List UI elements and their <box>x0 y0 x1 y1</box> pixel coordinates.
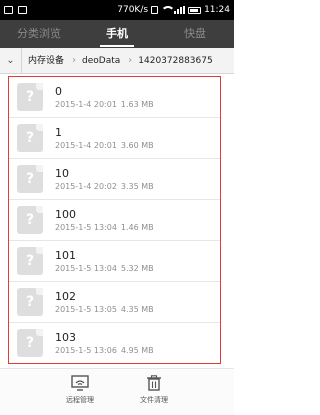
file-size: 1.46 MB <box>120 222 154 232</box>
file-text: 102 2015-1-5 13:05 4.35 MB <box>55 290 154 315</box>
network-speed: 770K/s <box>117 5 149 15</box>
list-item[interactable]: ? 10 2015-1-4 20:02 3.35 MB <box>9 159 220 200</box>
list-item[interactable]: ? 102 2015-1-5 13:05 4.35 MB <box>9 282 220 323</box>
trash-icon <box>147 375 161 391</box>
unknown-file-icon: ? <box>17 206 43 234</box>
list-item[interactable]: ? 103 2015-1-5 13:06 4.95 MB <box>9 323 220 363</box>
list-item[interactable]: ? 100 2015-1-5 13:04 1.46 MB <box>9 200 220 241</box>
status-left <box>4 6 27 14</box>
file-text: 101 2015-1-5 13:04 5.32 MB <box>55 249 154 274</box>
file-meta: 2015-1-5 13:04 1.46 MB <box>55 222 154 233</box>
unknown-file-icon: ? <box>17 247 43 275</box>
breadcrumb-item-storage[interactable]: 内存设备 <box>22 48 72 73</box>
file-text: 0 2015-1-4 20:01 1.63 MB <box>55 85 154 110</box>
file-size: 1.63 MB <box>120 99 154 109</box>
breadcrumb-item-current[interactable]: 1420372883675 <box>132 48 220 73</box>
file-meta: 2015-1-5 13:04 5.32 MB <box>55 263 154 274</box>
tab-phone[interactable]: 手机 <box>78 20 156 48</box>
file-date: 2015-1-5 13:04 <box>55 222 117 232</box>
chevron-down-icon[interactable]: ⌄ <box>0 48 22 73</box>
status-bar: 770K/s 11:24 <box>0 0 234 20</box>
file-name: 1 <box>55 125 62 139</box>
file-meta: 2015-1-5 13:06 4.95 MB <box>55 345 154 356</box>
tab-bar: 分类浏览 手机 快盘 <box>0 20 234 48</box>
file-name: 102 <box>55 289 76 303</box>
unknown-file-icon: ? <box>17 165 43 193</box>
signal-icon <box>174 6 186 14</box>
clock: 11:24 <box>204 5 230 15</box>
file-size: 5.32 MB <box>120 263 154 273</box>
list-item[interactable]: ? 101 2015-1-5 13:04 5.32 MB <box>9 241 220 282</box>
file-meta: 2015-1-4 20:01 3.60 MB <box>55 140 154 151</box>
remote-manage-label: 远程管理 <box>66 396 94 404</box>
file-date: 2015-1-5 13:05 <box>55 304 117 314</box>
data-transfer-icon <box>151 6 159 14</box>
file-text: 103 2015-1-5 13:06 4.95 MB <box>55 331 154 356</box>
bottom-toolbar: 远程管理 文件清理 <box>0 368 234 415</box>
file-date: 2015-1-4 20:02 <box>55 181 117 191</box>
unknown-file-icon: ? <box>17 288 43 316</box>
battery-icon <box>188 6 202 14</box>
file-name: 103 <box>55 330 76 344</box>
tab-kuaipan[interactable]: 快盘 <box>156 20 234 48</box>
image-icon <box>18 6 27 14</box>
file-meta: 2015-1-5 13:05 4.35 MB <box>55 304 154 315</box>
file-meta: 2015-1-4 20:01 1.63 MB <box>55 99 154 110</box>
remote-manage-icon <box>71 375 89 391</box>
file-date: 2015-1-5 13:06 <box>55 345 117 355</box>
file-name: 10 <box>55 166 69 180</box>
breadcrumb-item-folder[interactable]: deoData <box>76 48 128 73</box>
breadcrumb: ⌄ 内存设备 › deoData › 1420372883675 <box>0 48 234 74</box>
file-size: 4.35 MB <box>120 304 154 314</box>
file-name: 100 <box>55 207 76 221</box>
file-text: 100 2015-1-5 13:04 1.46 MB <box>55 208 154 233</box>
file-text: 1 2015-1-4 20:01 3.60 MB <box>55 126 154 151</box>
unknown-file-icon: ? <box>17 83 43 111</box>
file-size: 3.35 MB <box>120 181 154 191</box>
file-name: 101 <box>55 248 76 262</box>
file-text: 10 2015-1-4 20:02 3.35 MB <box>55 167 154 192</box>
file-size: 3.60 MB <box>120 140 154 150</box>
file-date: 2015-1-4 20:01 <box>55 140 117 150</box>
message-icon <box>4 6 13 14</box>
wifi-icon <box>161 6 176 14</box>
unknown-file-icon: ? <box>17 124 43 152</box>
list-item[interactable]: ? 1 2015-1-4 20:01 3.60 MB <box>9 118 220 159</box>
file-cleanup-button[interactable]: 文件清理 <box>131 375 177 415</box>
unknown-file-icon: ? <box>17 329 43 357</box>
file-size: 4.95 MB <box>120 345 154 355</box>
status-right: 770K/s 11:24 <box>117 5 230 15</box>
remote-manage-button[interactable]: 远程管理 <box>57 375 103 415</box>
tab-category-browse[interactable]: 分类浏览 <box>0 20 78 48</box>
list-item[interactable]: ? 0 2015-1-4 20:01 1.63 MB <box>9 77 220 118</box>
file-meta: 2015-1-4 20:02 3.35 MB <box>55 181 154 192</box>
file-cleanup-label: 文件清理 <box>140 396 168 404</box>
file-name: 0 <box>55 84 62 98</box>
file-date: 2015-1-4 20:01 <box>55 99 117 109</box>
file-date: 2015-1-5 13:04 <box>55 263 117 273</box>
file-list: ? 0 2015-1-4 20:01 1.63 MB ? 1 2015-1-4 … <box>8 76 221 364</box>
